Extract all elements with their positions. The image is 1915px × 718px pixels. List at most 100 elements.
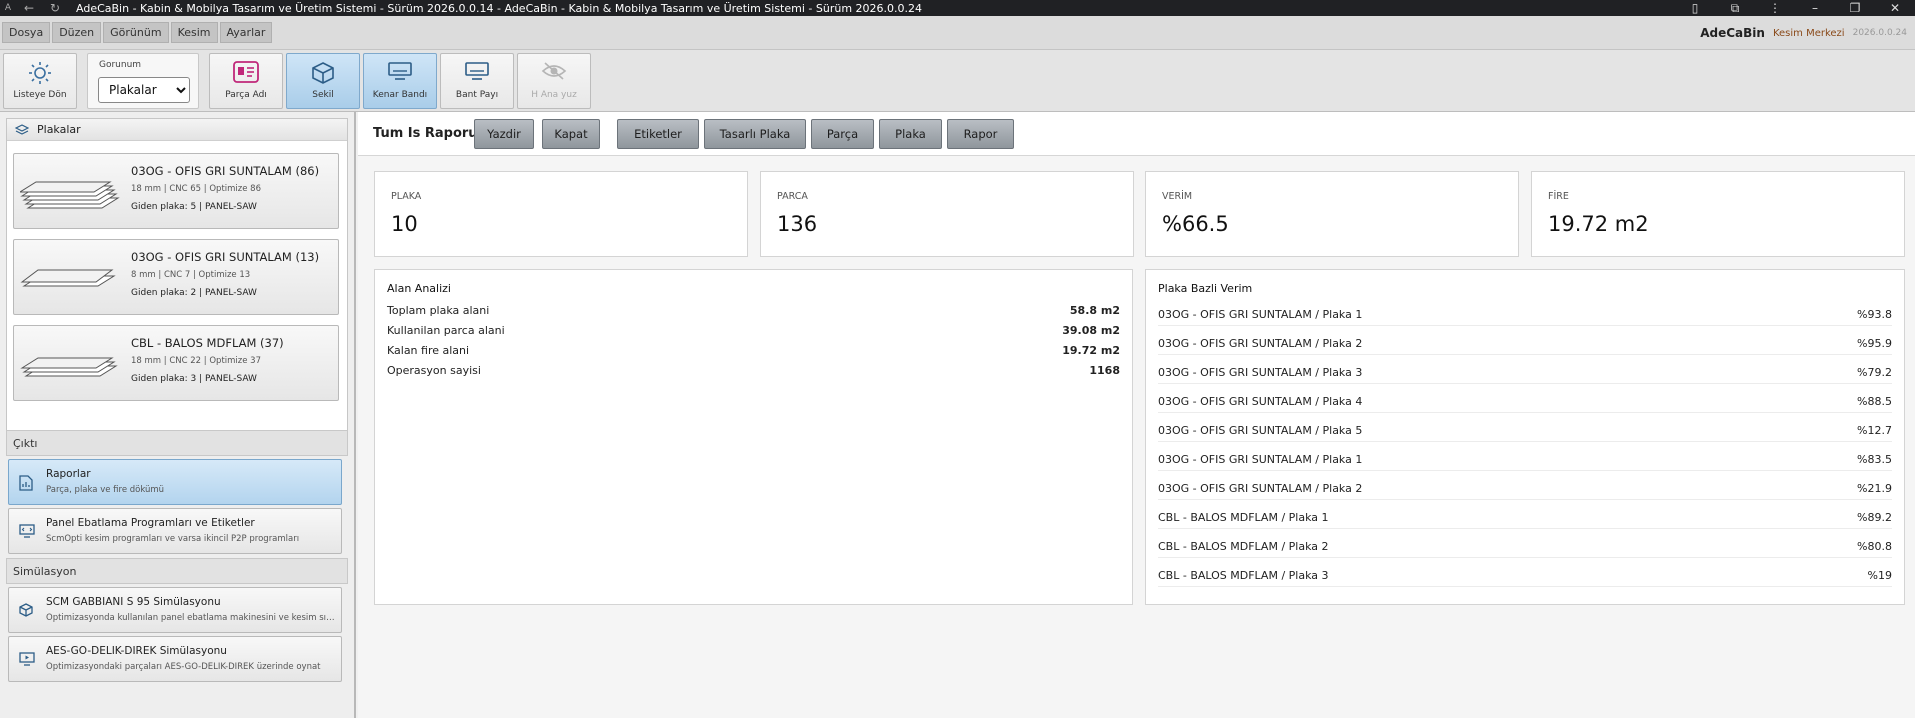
stat-card-parts: PARCA 136 [760,171,1134,257]
yield-row-label: 03OG - OFIS GRI SUNTALAM / Plaka 2 [1158,482,1363,495]
area-row-label: Kullanilan parca alani [387,324,505,337]
sheet-output: Giden plaka: 3 | PANEL-SAW [131,374,257,384]
yield-row-value: %79.2 [1857,366,1892,379]
window-title: AdeCaBin - Kabin & Mobilya Tasarım ve Ür… [76,1,923,15]
stat-value: 19.72 m2 [1548,212,1649,236]
yield-row-label: 03OG - OFIS GRI SUNTALAM / Plaka 1 [1158,453,1363,466]
sheet-output: Giden plaka: 5 | PANEL-SAW [131,202,257,212]
stat-label: FİRE [1548,191,1569,202]
edge-band-label: Kenar Bandı [372,90,428,100]
part-button[interactable]: Parça [811,119,874,149]
sheet-name: 03OG - OFIS GRI SUNTALAM (13) [131,250,320,264]
back-to-list-button[interactable]: Listeye Dön [3,53,77,109]
main-face-button[interactable]: H Ana yuz [517,53,591,109]
main-face-label: H Ana yuz [531,90,577,100]
sheet-card[interactable]: CBL - BALOS MDFLAM (37) 18 mm | CNC 22 |… [13,325,339,401]
area-analysis-title: Alan Analizi [387,282,451,295]
play-monitor-icon [19,652,35,666]
stat-label: VERİM [1162,191,1193,202]
module-name: Kesim Merkezi [1772,27,1845,39]
designed-sheet-button[interactable]: Tasarlı Plaka [704,119,806,149]
labels-button[interactable]: Etiketler [617,119,699,149]
shape-button[interactable]: Sekil [286,53,360,109]
more-options-icon[interactable]: ⋮ [1755,0,1795,16]
window-titlebar: A ← ↻ AdeCaBin - Kabin & Mobilya Tasarım… [0,0,1915,16]
maximize-button[interactable]: ❐ [1835,0,1875,16]
close-button[interactable]: ✕ [1875,0,1915,16]
cube-icon [19,603,33,617]
report-icon [19,475,33,491]
yield-row-value: %89.2 [1857,511,1892,524]
minimize-button[interactable]: – [1795,0,1835,16]
yield-row: 03OG - OFIS GRI SUNTALAM / Plaka 4 %88.5 [1158,391,1892,413]
yield-row-value: %88.5 [1857,395,1892,408]
sheet-card[interactable]: 03OG - OFIS GRI SUNTALAM (86) 18 mm | CN… [13,153,339,229]
sheet-spec: 8 mm | CNC 7 | Optimize 13 [131,270,251,280]
monitor-icon [388,62,412,80]
sheet-spec: 18 mm | CNC 22 | Optimize 37 [131,356,261,366]
menu-ayarlar[interactable]: Ayarlar [219,22,273,43]
yield-row-label: 03OG - OFIS GRI SUNTALAM / Plaka 4 [1158,395,1363,408]
panel-programs-item[interactable]: Panel Ebatlama Programları ve Etiketler … [8,508,342,554]
band-allowance-button[interactable]: Bant Payı [440,53,514,109]
left-panel: Plakalar 03OG - OFIS GRI SUNTALAM (86) 1… [0,112,356,718]
area-row: Kalan fire alani 19.72 m2 [387,344,1120,362]
sheet-spec: 18 mm | CNC 65 | Optimize 86 [131,184,261,194]
area-row: Operasyon sayisi 1168 [387,364,1120,382]
aes-simulation-subtitle: Optimizasyondaki parçaları AES-GO-DELIK-… [46,662,321,672]
sheet-button[interactable]: Plaka [879,119,942,149]
extensions-icon[interactable]: ⧉ [1715,0,1755,16]
stat-label: PARCA [777,191,808,202]
document-icon[interactable]: ▯ [1675,0,1715,16]
close-report-button[interactable]: Kapat [542,119,600,149]
print-button[interactable]: Yazdir [474,119,534,149]
layers-icon [15,123,29,135]
report-main-area: Tum Is Raporu Yazdir Kapat Etiketler Tas… [358,112,1915,718]
aes-simulation-item[interactable]: AES-GO-DELIK-DIREK Simülasyonu Optimizas… [8,636,342,682]
yield-row: 03OG - OFIS GRI SUNTALAM / Plaka 3 %79.2 [1158,362,1892,384]
area-row: Toplam plaka alani 58.8 m2 [387,304,1120,322]
stat-card-waste: FİRE 19.72 m2 [1531,171,1905,257]
area-analysis-panel: Alan Analizi Toplam plaka alani 58.8 m2 … [374,269,1133,605]
area-row-value: 1168 [1089,364,1120,377]
stat-card-sheets: PLAKA 10 [374,171,748,257]
refresh-icon[interactable]: ↻ [42,0,68,16]
part-name-label: Parça Adı [225,90,267,100]
sheet-name: 03OG - OFIS GRI SUNTALAM (86) [131,164,320,178]
panel-programs-title: Panel Ebatlama Programları ve Etiketler [46,517,255,529]
menu-gorunum[interactable]: Görünüm [103,22,169,43]
scm-simulation-item[interactable]: SCM GABBIANI S 95 Simülasyonu Optimizasy… [8,587,342,633]
stat-value: %66.5 [1162,212,1229,236]
id-card-icon [233,61,259,83]
area-row: Kullanilan parca alani 39.08 m2 [387,324,1120,342]
yield-row: CBL - BALOS MDFLAM / Plaka 3 %19 [1158,565,1892,587]
scm-simulation-title: SCM GABBIANI S 95 Simülasyonu [46,596,221,608]
report-button[interactable]: Rapor [947,119,1014,149]
yield-row-label: 03OG - OFIS GRI SUNTALAM / Plaka 5 [1158,424,1363,437]
sheets-header-label: Plakalar [37,123,81,136]
sheets-panel: Plakalar 03OG - OFIS GRI SUNTALAM (86) 1… [6,118,348,434]
part-name-button[interactable]: Parça Adı [209,53,283,109]
yield-row-value: %93.8 [1857,308,1892,321]
eye-off-icon [541,62,567,80]
stat-value: 10 [391,212,418,236]
sheet-card[interactable]: 03OG - OFIS GRI SUNTALAM (13) 8 mm | CNC… [13,239,339,315]
sheet-output: Giden plaka: 2 | PANEL-SAW [131,288,257,298]
area-row-value: 39.08 m2 [1062,324,1120,337]
menu-dosya[interactable]: Dosya [2,22,51,43]
yield-row-label: 03OG - OFIS GRI SUNTALAM / Plaka 1 [1158,308,1363,321]
yield-row-label: CBL - BALOS MDFLAM / Plaka 2 [1158,540,1329,553]
view-selector-group: Gorunum Plakalar [87,53,199,109]
report-toolbar: Tum Is Raporu Yazdir Kapat Etiketler Tas… [358,112,1915,156]
toolbar: Listeye Dön Gorunum Plakalar Parça Adı S… [0,50,1915,112]
yield-row: 03OG - OFIS GRI SUNTALAM / Plaka 1 %93.8 [1158,304,1892,326]
menu-duzen[interactable]: Düzen [52,22,102,43]
reports-item[interactable]: Raporlar Parça, plaka ve fire dökümü [8,459,342,505]
menu-kesim[interactable]: Kesim [170,22,218,43]
back-arrow-icon[interactable]: ← [16,0,42,16]
edge-band-button[interactable]: Kenar Bandı [363,53,437,109]
report-title: Tum Is Raporu [373,126,478,141]
view-select[interactable]: Plakalar [98,77,190,103]
yield-row-value: %95.9 [1857,337,1892,350]
menu-bar: Dosya Düzen Görünüm Kesim Ayarlar AdeCaB… [0,16,1915,50]
